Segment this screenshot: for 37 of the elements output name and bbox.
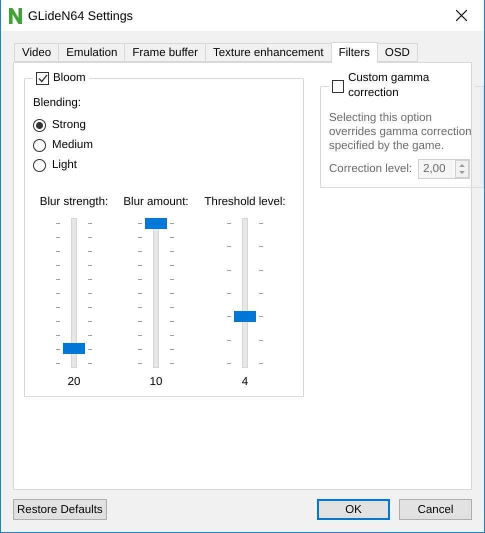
dialog-button[interactable]: Restore Defaults xyxy=(13,499,107,520)
window-title: GLideN64 Settings xyxy=(28,8,134,22)
vertical-slider[interactable] xyxy=(138,218,174,368)
app-logo-icon xyxy=(9,8,22,24)
checkbox[interactable] xyxy=(36,72,49,85)
radio-label: Medium xyxy=(52,138,93,152)
checkbox-label: Custom gamma correction xyxy=(348,71,430,101)
tab[interactable]: Emulation xyxy=(58,43,126,62)
radio-button[interactable] xyxy=(33,138,46,152)
spinner-arrows-icon[interactable] xyxy=(455,160,470,178)
vertical-slider[interactable] xyxy=(56,218,92,368)
dialog-button[interactable]: Cancel xyxy=(399,499,472,520)
checkbox-label: Bloom xyxy=(53,71,86,86)
slider-thumb[interactable] xyxy=(234,310,256,322)
slider-value: 20 xyxy=(68,376,80,388)
radio-button[interactable] xyxy=(33,118,46,132)
slider-label: Blur amount: xyxy=(123,195,189,210)
slider-thumb[interactable] xyxy=(145,218,167,229)
tab[interactable]: Filters xyxy=(330,42,378,63)
correction-label: Correction level: xyxy=(329,162,412,176)
slider-label: Blur strength: xyxy=(40,195,108,210)
tab[interactable]: Texture enhancement xyxy=(204,43,332,62)
radio-label: Strong xyxy=(52,118,86,132)
slider-label: Threshold level: xyxy=(204,195,286,210)
tab[interactable]: Frame buffer xyxy=(124,43,206,62)
slider-thumb[interactable] xyxy=(63,343,85,354)
vertical-slider[interactable] xyxy=(227,218,263,368)
slider-value: 10 xyxy=(150,376,162,388)
close-icon xyxy=(456,10,466,21)
description-text: Selecting this option overrides gamma correction specified by the game. xyxy=(329,111,473,153)
slider-value: 4 xyxy=(242,376,248,388)
radio-button[interactable] xyxy=(33,158,46,172)
blending-label: Blending: xyxy=(33,97,81,109)
dialog-button[interactable]: OK xyxy=(317,499,390,520)
tab[interactable]: OSD xyxy=(376,43,418,62)
tab[interactable]: Video xyxy=(14,43,60,62)
radio-label: Light xyxy=(52,158,77,172)
